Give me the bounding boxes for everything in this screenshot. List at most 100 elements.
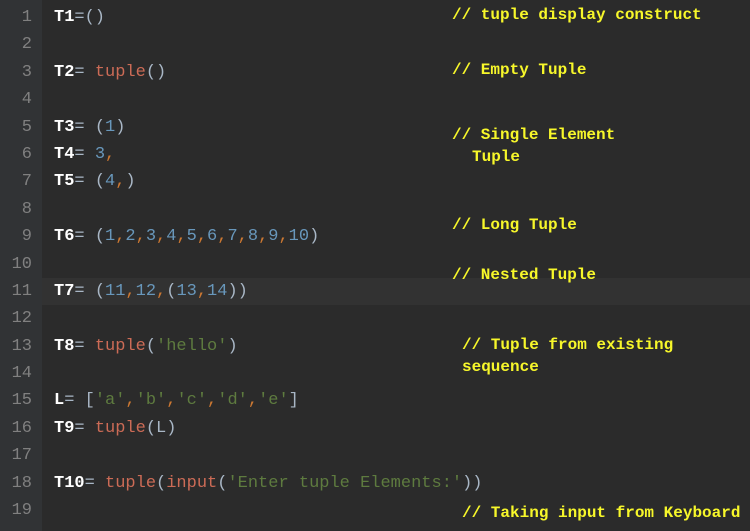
- paren-open: (: [156, 474, 166, 493]
- comment-empty-tuple: // Empty Tuple: [452, 61, 586, 79]
- comma: ,: [156, 282, 166, 301]
- line-number: 10: [0, 251, 42, 278]
- operator: =: [74, 227, 94, 246]
- function: tuple: [95, 63, 146, 82]
- operator: =: [74, 8, 84, 27]
- paren-open: (: [95, 227, 105, 246]
- paren-close: ): [309, 227, 319, 246]
- function: tuple: [95, 419, 146, 438]
- variable: T6: [54, 227, 74, 246]
- comment-single-element-b: Tuple: [472, 148, 520, 166]
- line-number: 15: [0, 387, 42, 414]
- comma: ,: [136, 227, 146, 246]
- comment-from-sequence-a: // Tuple from existing: [462, 336, 673, 354]
- number: 1: [105, 118, 115, 137]
- string: 'a': [95, 391, 126, 410]
- comma: ,: [115, 172, 125, 191]
- code-area[interactable]: T1=() T2= tuple() T3= (1) T4= 3, T5= (4,…: [42, 0, 750, 531]
- code-line[interactable]: [54, 360, 750, 387]
- parentheses: (): [146, 63, 166, 82]
- paren-close: ): [227, 282, 237, 301]
- code-line[interactable]: [54, 305, 750, 332]
- number: 8: [248, 227, 258, 246]
- string: 'Enter tuple Elements:': [227, 474, 462, 493]
- line-number: 19: [0, 497, 42, 524]
- variable: L: [54, 391, 64, 410]
- variable: T3: [54, 118, 74, 137]
- line-number: 7: [0, 168, 42, 195]
- code-line[interactable]: T10= tuple(input('Enter tuple Elements:'…: [54, 470, 750, 497]
- line-number: 9: [0, 223, 42, 250]
- number: 4: [105, 172, 115, 191]
- code-line[interactable]: [54, 196, 750, 223]
- comment-input-keyboard: // Taking input from Keyboard: [462, 504, 740, 522]
- variable: T2: [54, 63, 74, 82]
- number: 6: [207, 227, 217, 246]
- variable: T8: [54, 337, 74, 356]
- number: 3: [95, 145, 105, 164]
- code-line[interactable]: T6= (1,2,3,4,5,6,7,8,9,10): [54, 223, 750, 250]
- line-number: 14: [0, 360, 42, 387]
- paren-open: (: [95, 172, 105, 191]
- code-line[interactable]: [54, 86, 750, 113]
- number: 10: [289, 227, 309, 246]
- line-number: 13: [0, 333, 42, 360]
- code-line[interactable]: [54, 251, 750, 278]
- line-number: 17: [0, 442, 42, 469]
- line-number: 6: [0, 141, 42, 168]
- bracket-open: [: [85, 391, 95, 410]
- operator: =: [74, 282, 94, 301]
- operator: =: [74, 172, 94, 191]
- variable: T9: [54, 419, 74, 438]
- paren-close: ): [472, 474, 482, 493]
- operator: =: [64, 391, 84, 410]
- paren-open: (: [217, 474, 227, 493]
- comma: ,: [197, 282, 207, 301]
- code-line[interactable]: T9= tuple(L): [54, 415, 750, 442]
- number: 13: [176, 282, 196, 301]
- operator: =: [74, 63, 94, 82]
- variable: T1: [54, 8, 74, 27]
- comma: ,: [258, 227, 268, 246]
- paren-close: ): [227, 337, 237, 356]
- code-line[interactable]: L= ['a','b','c','d','e']: [54, 387, 750, 414]
- line-number: 18: [0, 470, 42, 497]
- paren-close: ): [115, 118, 125, 137]
- comma: ,: [207, 391, 217, 410]
- function: input: [166, 474, 217, 493]
- code-line[interactable]: T5= (4,): [54, 168, 750, 195]
- comment-from-sequence-b: sequence: [462, 358, 539, 376]
- function: tuple: [105, 474, 156, 493]
- code-line[interactable]: T3= (1): [54, 114, 750, 141]
- variable: T5: [54, 172, 74, 191]
- comma: ,: [166, 391, 176, 410]
- operator: =: [74, 419, 94, 438]
- comment-single-element-a: // Single Element: [452, 126, 615, 144]
- number: 7: [227, 227, 237, 246]
- variable: T7: [54, 282, 74, 301]
- comma: ,: [176, 227, 186, 246]
- operator: =: [74, 337, 94, 356]
- string: 'hello': [156, 337, 227, 356]
- line-number: 3: [0, 59, 42, 86]
- number: 9: [268, 227, 278, 246]
- code-line-current[interactable]: T7= (11,12,(13,14)): [42, 278, 750, 305]
- parentheses: (): [85, 8, 105, 27]
- operator: =: [74, 118, 94, 137]
- paren-open: (: [146, 337, 156, 356]
- paren-open: (: [166, 282, 176, 301]
- code-line[interactable]: [54, 442, 750, 469]
- number: 3: [146, 227, 156, 246]
- comma: ,: [278, 227, 288, 246]
- code-line[interactable]: T4= 3,: [54, 141, 750, 168]
- code-line[interactable]: [54, 31, 750, 58]
- line-number: 2: [0, 31, 42, 58]
- comment-nested-tuple: // Nested Tuple: [452, 266, 596, 284]
- comment-tuple-display: // tuple display construct: [452, 6, 702, 24]
- line-number: 5: [0, 114, 42, 141]
- paren-close: ): [238, 282, 248, 301]
- string: 'e': [258, 391, 289, 410]
- code-line[interactable]: T2= tuple(): [54, 59, 750, 86]
- paren-open: (: [95, 118, 105, 137]
- variable: T4: [54, 145, 74, 164]
